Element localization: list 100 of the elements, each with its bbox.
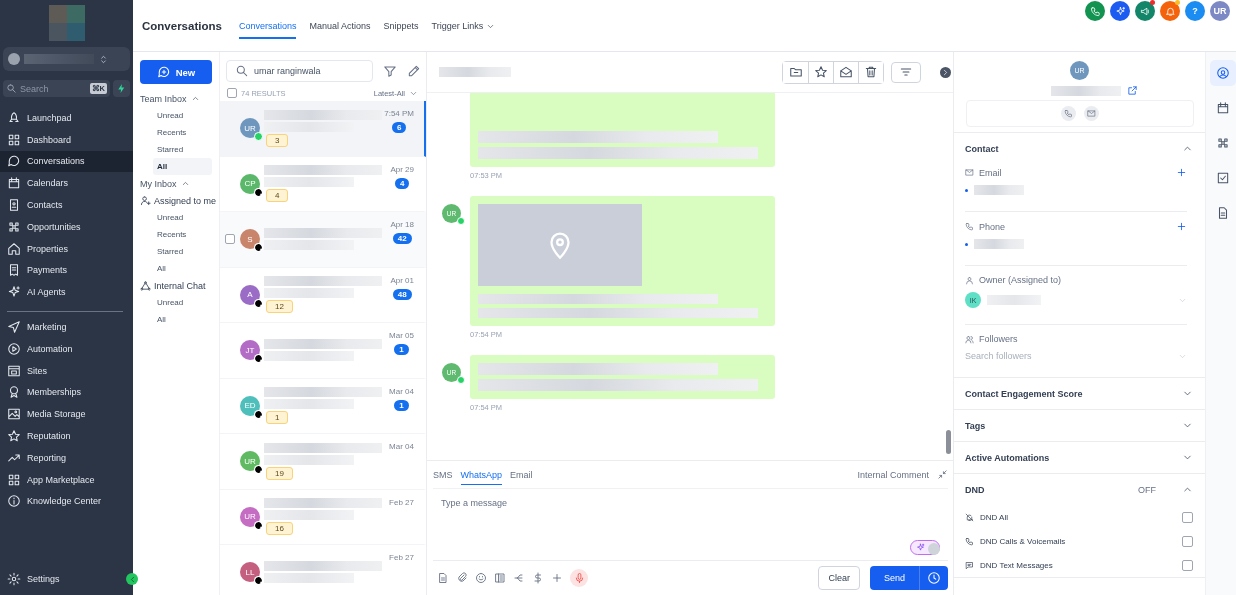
inbox-section[interactable]: My Inbox — [140, 175, 219, 192]
external-link-icon[interactable] — [1127, 85, 1138, 96]
paperclip-icon[interactable] — [456, 572, 468, 584]
expand-panel-button[interactable] — [940, 66, 951, 78]
inbox-group[interactable]: Internal Chat — [140, 277, 219, 294]
document-icon[interactable] — [437, 572, 449, 584]
select-all-checkbox[interactable] — [227, 88, 237, 98]
sidebar-item[interactable]: Knowledge Center — [0, 490, 133, 513]
trash-icon — [864, 65, 878, 79]
conversation-row[interactable]: JT Mar 05 1 — [220, 323, 426, 379]
megaphone-button[interactable] — [1135, 1, 1155, 21]
phone-button[interactable] — [1085, 1, 1105, 21]
section-title[interactable]: Tags — [965, 420, 986, 431]
sidebar-item[interactable]: Dashboard — [0, 128, 133, 151]
message-input[interactable]: Type a message — [433, 489, 948, 560]
plus-icon[interactable] — [1176, 221, 1187, 232]
checkbox[interactable] — [1182, 511, 1193, 523]
inbox-item[interactable]: All — [153, 158, 212, 175]
sidebar-item[interactable]: App Marketplace — [0, 468, 133, 491]
email-button[interactable] — [1083, 106, 1099, 121]
nav-tab[interactable]: Trigger Links — [431, 21, 496, 39]
nav-tab[interactable]: Conversations — [238, 21, 297, 39]
bell-button[interactable] — [1160, 1, 1180, 21]
dollar-icon[interactable] — [532, 572, 544, 584]
phone-icon — [965, 536, 974, 546]
sidebar-item[interactable]: Marketing — [0, 316, 133, 338]
inbox-item[interactable]: Unread — [153, 209, 212, 226]
sidebar-item[interactable]: Calendars — [0, 172, 133, 195]
sidebar-item[interactable]: Opportunities — [0, 216, 133, 238]
sidebar-item[interactable]: Payments — [0, 259, 133, 282]
sidebar-item[interactable]: Memberships — [0, 381, 133, 404]
sidebar-item[interactable]: Reporting — [0, 446, 133, 469]
conversation-row[interactable]: ED 1 Mar 04 1 — [220, 378, 426, 434]
conversation-row[interactable]: LL Feb 27 — [220, 545, 426, 595]
sidebar-item[interactable]: Automation — [0, 337, 133, 360]
collapse-icon[interactable] — [937, 469, 948, 480]
grid-icon — [7, 472, 21, 487]
account-switcher[interactable] — [3, 47, 130, 71]
sidebar-item[interactable]: Contacts — [0, 194, 133, 216]
conversation-row[interactable]: S Apr 18 42 — [220, 212, 426, 268]
new-button[interactable]: New — [140, 60, 212, 84]
search-field[interactable]: umar ranginwala — [226, 60, 373, 82]
ai-toggle[interactable] — [910, 540, 940, 555]
nodes-icon — [1215, 136, 1230, 150]
filter-icon[interactable] — [383, 64, 397, 78]
section-title[interactable]: DND — [965, 484, 985, 495]
section-title[interactable]: Contact Engagement Score — [965, 388, 1083, 399]
sidebar-item[interactable]: Sites — [0, 359, 133, 382]
plus-icon[interactable] — [1176, 167, 1187, 178]
inbox-group[interactable]: Assigned to me — [140, 192, 219, 209]
row-checkbox[interactable] — [225, 234, 235, 245]
sidebar-item[interactable]: Media Storage — [0, 403, 133, 426]
nav-tab[interactable]: Snippets — [383, 21, 419, 39]
workflow-icon[interactable] — [513, 572, 525, 584]
nav-tab[interactable]: Manual Actions — [309, 21, 371, 39]
inbox-item[interactable]: Recents — [153, 124, 212, 141]
channel-tab[interactable]: SMS — [433, 464, 453, 485]
record-button[interactable] — [570, 569, 588, 587]
clear-button[interactable]: Clear — [818, 566, 860, 590]
search-input[interactable]: Search — [20, 83, 87, 94]
contact-tab[interactable] — [1209, 60, 1236, 86]
quick-action-button[interactable] — [113, 80, 130, 97]
sidebar-item[interactable]: AI Agents — [0, 281, 133, 304]
inbox-item[interactable]: Recents — [153, 226, 212, 243]
call-button[interactable] — [1060, 106, 1076, 121]
smiley-icon[interactable] — [475, 572, 487, 584]
bullet-dot — [965, 188, 968, 192]
conversation-row[interactable]: UR 3 7:54 PM 6 — [220, 101, 426, 157]
delete-button[interactable] — [858, 61, 883, 83]
sidebar-item[interactable]: Reputation — [0, 425, 133, 447]
sparkle-button[interactable] — [1110, 1, 1130, 21]
inbox-item[interactable]: All — [153, 260, 212, 277]
sidebar-item[interactable]: Properties — [0, 237, 133, 260]
inbox-item[interactable]: Starred — [153, 243, 212, 260]
scrollbar-thumb[interactable] — [946, 430, 951, 454]
field-label: Followers — [979, 334, 1018, 344]
edit-icon[interactable] — [407, 64, 421, 78]
section-title[interactable]: Contact — [965, 143, 999, 154]
channel-tab[interactable]: WhatsApp — [460, 464, 503, 485]
section-title[interactable]: Active Automations — [965, 452, 1050, 463]
plus-icon[interactable] — [551, 572, 563, 584]
inbox-item[interactable]: Unread — [153, 294, 212, 311]
book-icon[interactable] — [494, 572, 506, 584]
conversation-row[interactable]: A 12 Apr 01 48 — [220, 267, 426, 323]
sidebar-item[interactable]: Conversations — [0, 150, 133, 173]
inbox-item[interactable]: All — [153, 311, 212, 328]
checkbox[interactable] — [1182, 535, 1193, 547]
settings-link[interactable]: Settings — [0, 568, 70, 590]
conversation-row[interactable]: UR 19 Mar 04 — [220, 434, 426, 490]
conversation-row[interactable]: CP 4 Apr 29 4 — [220, 156, 426, 212]
checkbox[interactable] — [1182, 559, 1193, 571]
internal-comment-tab[interactable]: Internal Comment — [857, 464, 929, 485]
inbox-section[interactable]: Team Inbox — [140, 90, 219, 107]
channel-tab[interactable]: Email — [510, 464, 533, 485]
collapse-sidebar-button[interactable] — [126, 573, 138, 585]
inbox-item[interactable]: Starred — [153, 141, 212, 158]
sidebar-item[interactable]: Launchpad — [0, 107, 133, 129]
conversation-row[interactable]: UR 16 Feb 27 — [220, 489, 426, 545]
filter-button[interactable] — [891, 61, 921, 83]
inbox-item[interactable]: Unread — [153, 107, 212, 124]
